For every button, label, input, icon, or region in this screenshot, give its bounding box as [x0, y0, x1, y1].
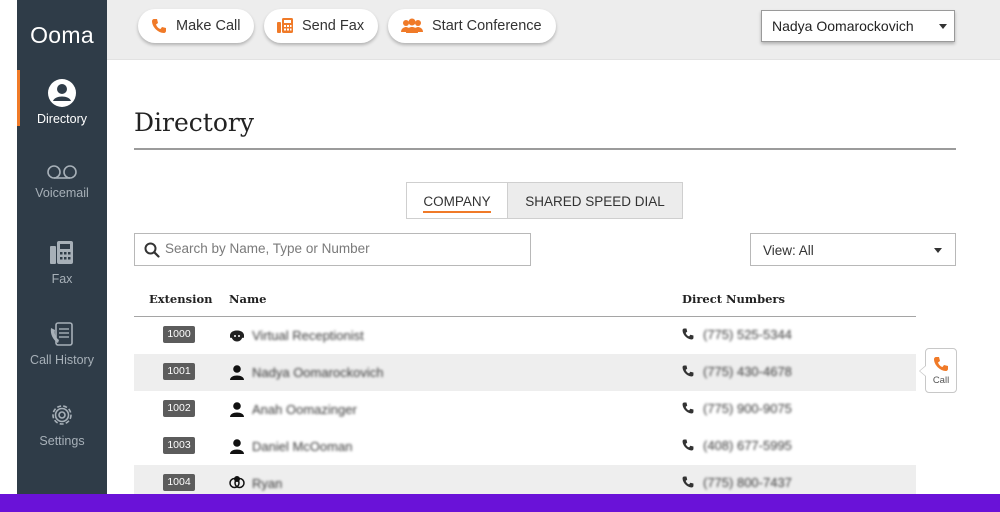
- person-icon: [230, 402, 244, 417]
- direct-number: (408) 677-5995: [703, 438, 792, 453]
- top-toolbar: Make Call Send Fax Start Conference Nady…: [107, 0, 1000, 60]
- make-call-button[interactable]: Make Call: [138, 9, 255, 43]
- direct-number: (775) 900-9075: [703, 401, 792, 416]
- tab-shared-speed-dial[interactable]: SHARED SPEED DIAL: [508, 182, 683, 219]
- phone-icon: [682, 439, 694, 451]
- start-conference-button[interactable]: Start Conference: [388, 9, 556, 43]
- title-divider: [134, 148, 956, 150]
- left-margin: [0, 0, 17, 494]
- phone-icon: [152, 19, 166, 33]
- search-icon: [144, 242, 160, 258]
- bottom-accent-bar: [0, 494, 1000, 512]
- direct-number: (775) 430-4678: [703, 364, 792, 379]
- contact-name: Daniel McOoman: [252, 439, 353, 454]
- sidebar-item-fax[interactable]: Fax: [17, 238, 107, 286]
- make-call-label: Make Call: [176, 18, 241, 34]
- tab-label: COMPANY: [423, 194, 491, 209]
- send-fax-button[interactable]: Send Fax: [264, 9, 379, 43]
- direct-number: (775) 525-5344: [703, 327, 792, 342]
- gear-icon: [52, 405, 72, 425]
- directory-tabs: COMPANY SHARED SPEED DIAL: [406, 182, 683, 219]
- sidebar: Ooma Directory Voicemail Fax Call Histor…: [17, 0, 107, 494]
- chevron-down-icon: [934, 248, 942, 253]
- person-icon: [230, 365, 244, 380]
- tab-label: SHARED SPEED DIAL: [525, 194, 665, 209]
- contact-name: Anah Oomazinger: [252, 402, 357, 417]
- phone-icon: [682, 328, 694, 340]
- chevron-down-icon: [939, 24, 947, 29]
- send-fax-label: Send Fax: [302, 18, 365, 34]
- direct-number: (775) 800-7437: [703, 475, 792, 490]
- call-history-icon: [50, 322, 73, 346]
- phone-icon: [682, 476, 694, 488]
- table-row[interactable]: 1000 Virtual Receptionist (775) 525-5344: [134, 317, 916, 354]
- call-action-button[interactable]: Call: [919, 348, 957, 393]
- table-row[interactable]: 1002 Anah Oomazinger (775) 900-9075: [134, 391, 916, 428]
- sidebar-item-voicemail[interactable]: Voicemail: [17, 162, 107, 200]
- start-conference-label: Start Conference: [432, 18, 542, 34]
- extension-badge: 1001: [163, 363, 195, 380]
- extension-badge: 1003: [163, 437, 195, 454]
- view-filter-dropdown[interactable]: View: All: [750, 233, 956, 266]
- voicemail-icon: [47, 165, 77, 179]
- view-filter-value: View: All: [763, 243, 814, 258]
- sidebar-item-directory[interactable]: Directory: [17, 70, 107, 126]
- right-margin: [982, 60, 1000, 494]
- sidebar-item-label: Fax: [51, 272, 73, 286]
- column-header-extension: Extension: [149, 292, 213, 306]
- fax-icon: [277, 18, 293, 33]
- column-header-direct-numbers: Direct Numbers: [682, 292, 785, 306]
- receptionist-icon: [230, 330, 244, 342]
- ooma-logo: Ooma: [30, 22, 94, 48]
- sidebar-item-label: Voicemail: [35, 186, 89, 200]
- contact-name: Ryan: [252, 476, 283, 491]
- sidebar-item-label: Directory: [36, 112, 87, 126]
- phone-icon: [934, 357, 948, 371]
- app-window: Ooma Directory Voicemail Fax Call Histor…: [0, 0, 1000, 512]
- contact-name: Nadya Oomarockovich: [252, 365, 384, 380]
- tab-company[interactable]: COMPANY: [406, 182, 508, 219]
- extension-badge: 1002: [163, 400, 195, 417]
- phone-icon: [682, 365, 694, 377]
- person-icon: [230, 439, 244, 454]
- person-circle-icon: [48, 79, 76, 107]
- extension-badge: 1000: [163, 326, 195, 343]
- user-name: Nadya Oomarockovich: [772, 18, 914, 34]
- group-icon: [229, 476, 245, 489]
- sidebar-item-settings[interactable]: Settings: [17, 400, 107, 448]
- contact-name: Virtual Receptionist: [252, 328, 364, 343]
- phone-icon: [682, 402, 694, 414]
- call-action-label: Call: [932, 375, 950, 386]
- user-dropdown[interactable]: Nadya Oomarockovich: [761, 10, 955, 42]
- search-box: [134, 233, 531, 266]
- sidebar-item-call-history[interactable]: Call History: [17, 319, 107, 367]
- table-row[interactable]: 1001 Nadya Oomarockovich (775) 430-4678: [134, 354, 916, 391]
- column-header-name: Name: [229, 292, 267, 306]
- sidebar-item-label: Call History: [30, 353, 94, 367]
- page-title: Directory: [134, 108, 254, 137]
- table-row[interactable]: 1003 Daniel McOoman (408) 677-5995: [134, 428, 916, 465]
- fax-icon: [50, 241, 73, 264]
- conference-icon: [401, 18, 423, 33]
- search-input[interactable]: [165, 241, 515, 256]
- sidebar-item-label: Settings: [39, 434, 85, 448]
- active-tab-underline: [423, 211, 491, 213]
- extension-badge: 1004: [163, 474, 195, 491]
